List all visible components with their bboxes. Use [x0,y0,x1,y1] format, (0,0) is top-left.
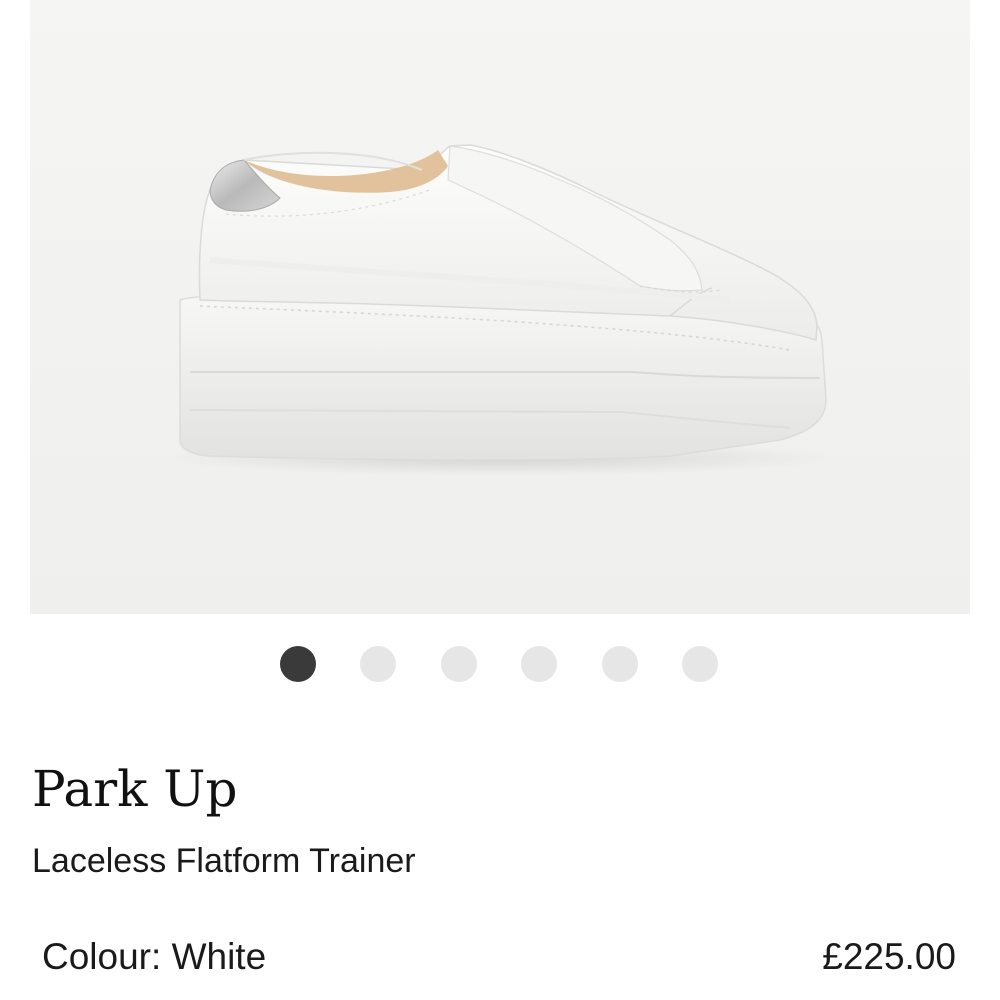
product-page: Park Up Laceless Flatform Trainer Colour… [0,0,1000,1000]
carousel-dot-4[interactable] [521,646,557,682]
white-platform-trainer-illustration [30,0,970,614]
image-carousel-indicators [0,646,1000,682]
colour-selector: Colour: White [42,936,267,978]
product-image[interactable] [30,0,970,614]
product-title: Park Up [32,760,238,818]
product-price: £225.00 [822,936,956,977]
colour-value: White [171,936,267,977]
colour-label: Colour: [42,936,172,977]
carousel-dot-5[interactable] [602,646,638,682]
carousel-dot-3[interactable] [441,646,477,682]
carousel-dot-2[interactable] [360,646,396,682]
carousel-dot-1[interactable] [280,646,316,682]
carousel-dot-6[interactable] [682,646,718,682]
product-subtitle: Laceless Flatform Trainer [32,842,416,880]
